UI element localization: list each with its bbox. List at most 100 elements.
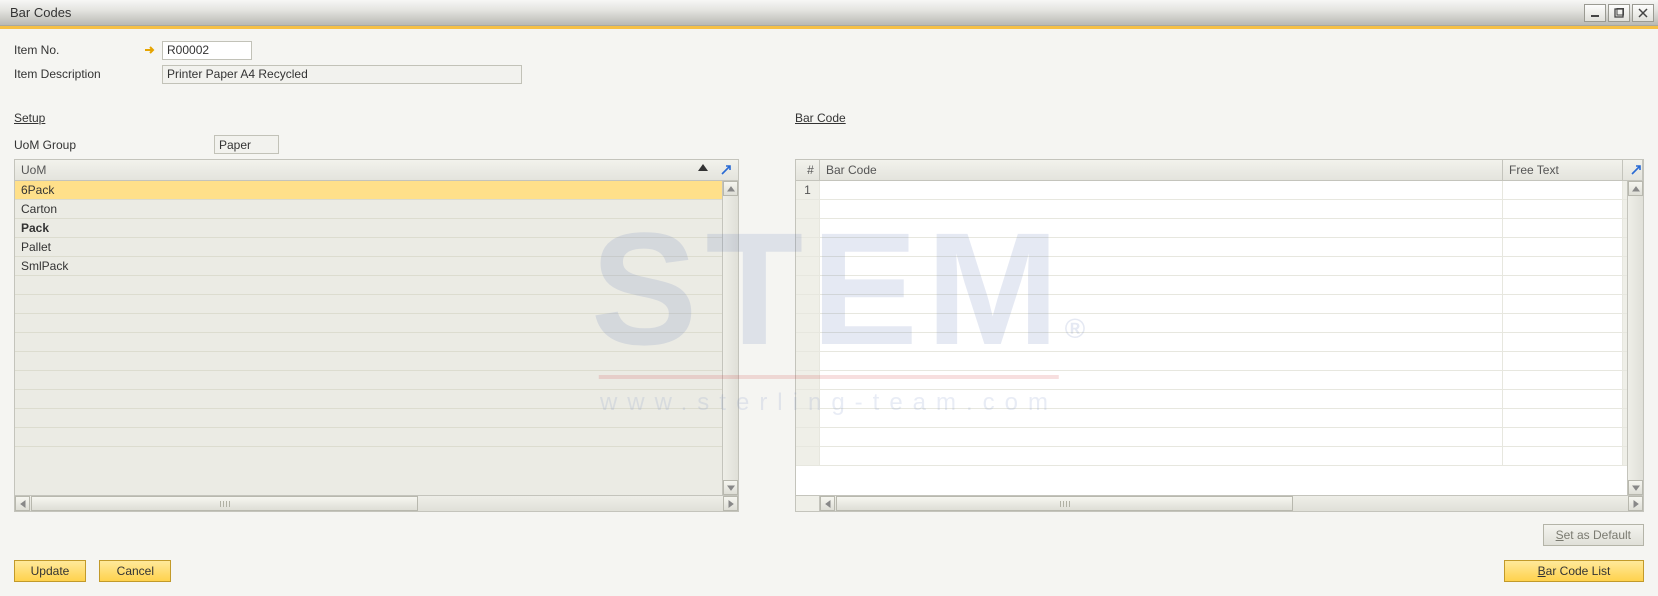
- barcode-col-code[interactable]: Bar Code: [820, 160, 1503, 180]
- barcode-row[interactable]: [796, 390, 1643, 409]
- barcode-row[interactable]: [796, 428, 1643, 447]
- barcode-cell[interactable]: [820, 428, 1503, 446]
- uom-vertical-scrollbar[interactable]: [722, 181, 738, 495]
- barcode-cell[interactable]: [820, 447, 1503, 465]
- freetext-cell[interactable]: [1503, 390, 1623, 408]
- uom-row[interactable]: [15, 390, 738, 409]
- barcode-col-free[interactable]: Free Text: [1503, 160, 1623, 180]
- uom-row[interactable]: [15, 352, 738, 371]
- link-arrow-icon[interactable]: [144, 43, 158, 57]
- barcode-row[interactable]: [796, 352, 1643, 371]
- uom-table-header[interactable]: UoM: [15, 160, 738, 181]
- maximize-button[interactable]: [1608, 4, 1630, 22]
- barcode-row[interactable]: [796, 200, 1643, 219]
- barcode-row[interactable]: [796, 314, 1643, 333]
- minimize-button[interactable]: [1584, 4, 1606, 22]
- uom-horizontal-scrollbar[interactable]: [15, 495, 738, 511]
- scroll-left-icon[interactable]: [820, 496, 835, 511]
- barcode-cell[interactable]: [820, 352, 1503, 370]
- uom-row[interactable]: [15, 409, 738, 428]
- freetext-cell[interactable]: [1503, 333, 1623, 351]
- scroll-thumb[interactable]: [31, 496, 418, 511]
- row-number: [796, 352, 820, 370]
- freetext-cell[interactable]: [1503, 219, 1623, 237]
- uom-row[interactable]: Pallet: [15, 238, 738, 257]
- uom-row[interactable]: Carton: [15, 200, 738, 219]
- set-as-default-button[interactable]: Set as Default: [1543, 524, 1644, 546]
- uom-row-label: SmlPack: [21, 259, 68, 273]
- barcode-cell[interactable]: [820, 181, 1503, 199]
- freetext-cell[interactable]: [1503, 409, 1623, 427]
- barcode-row[interactable]: [796, 276, 1643, 295]
- uom-row[interactable]: [15, 276, 738, 295]
- freetext-cell[interactable]: [1503, 428, 1623, 446]
- barcode-cell[interactable]: [820, 409, 1503, 427]
- barcode-row[interactable]: [796, 333, 1643, 352]
- barcode-row[interactable]: 1: [796, 181, 1643, 200]
- barcode-cell[interactable]: [820, 295, 1503, 313]
- barcode-row[interactable]: [796, 257, 1643, 276]
- uom-table-body: 6Pack Carton PackPallet SmlPack: [15, 181, 738, 495]
- uom-row-label: Carton: [21, 202, 57, 216]
- uom-row[interactable]: [15, 295, 738, 314]
- uom-row[interactable]: [15, 333, 738, 352]
- uom-row[interactable]: SmlPack: [15, 257, 738, 276]
- barcode-vertical-scrollbar[interactable]: [1627, 181, 1643, 495]
- freetext-cell[interactable]: [1503, 200, 1623, 218]
- close-button[interactable]: [1632, 4, 1654, 22]
- barcode-row[interactable]: [796, 295, 1643, 314]
- freetext-cell[interactable]: [1503, 181, 1623, 199]
- freetext-cell[interactable]: [1503, 238, 1623, 256]
- uom-row[interactable]: [15, 314, 738, 333]
- item-desc-label: Item Description: [14, 67, 144, 81]
- barcode-title: Bar Code: [795, 111, 1644, 125]
- freetext-cell[interactable]: [1503, 371, 1623, 389]
- scroll-up-icon[interactable]: [723, 181, 738, 196]
- uom-row[interactable]: 6Pack: [15, 181, 738, 200]
- uom-group-label: UoM Group: [14, 138, 214, 152]
- cancel-button[interactable]: Cancel: [99, 560, 171, 582]
- freetext-cell[interactable]: [1503, 257, 1623, 275]
- update-button[interactable]: Update: [14, 560, 86, 582]
- bar-code-list-button[interactable]: Bar Code List: [1504, 560, 1644, 582]
- scroll-thumb[interactable]: [836, 496, 1293, 511]
- scroll-down-icon[interactable]: [1628, 480, 1643, 495]
- barcode-cell[interactable]: [820, 200, 1503, 218]
- barcode-cell[interactable]: [820, 257, 1503, 275]
- scroll-left-icon[interactable]: [15, 496, 30, 511]
- barcode-cell[interactable]: [820, 314, 1503, 332]
- uom-row[interactable]: [15, 428, 738, 447]
- barcode-row[interactable]: [796, 371, 1643, 390]
- barcode-cell[interactable]: [820, 219, 1503, 237]
- barcode-cell[interactable]: [820, 238, 1503, 256]
- row-number: [796, 219, 820, 237]
- barcode-cell[interactable]: [820, 371, 1503, 389]
- freetext-cell[interactable]: [1503, 314, 1623, 332]
- freetext-cell[interactable]: [1503, 447, 1623, 465]
- scroll-right-icon[interactable]: [723, 496, 738, 511]
- uom-row[interactable]: [15, 371, 738, 390]
- uom-row[interactable]: Pack: [15, 219, 738, 238]
- barcode-row[interactable]: [796, 409, 1643, 428]
- scroll-up-icon[interactable]: [1628, 181, 1643, 196]
- barcode-cell[interactable]: [820, 390, 1503, 408]
- barcode-cell[interactable]: [820, 276, 1503, 294]
- freetext-cell[interactable]: [1503, 352, 1623, 370]
- expand-table-icon[interactable]: [1623, 160, 1643, 180]
- barcode-row[interactable]: [796, 219, 1643, 238]
- freetext-cell[interactable]: [1503, 276, 1623, 294]
- barcode-horizontal-scrollbar[interactable]: [820, 495, 1643, 511]
- item-no-input[interactable]: [162, 41, 252, 60]
- barcode-row[interactable]: [796, 238, 1643, 257]
- scroll-down-icon[interactable]: [723, 480, 738, 495]
- window-title: Bar Codes: [10, 5, 1582, 20]
- uom-column-header[interactable]: UoM: [15, 163, 738, 177]
- barcode-col-num[interactable]: #: [796, 160, 820, 180]
- expand-table-icon[interactable]: [718, 162, 734, 177]
- scroll-right-icon[interactable]: [1628, 496, 1643, 511]
- barcode-cell[interactable]: [820, 333, 1503, 351]
- row-number: 1: [796, 181, 820, 199]
- table-corner: [796, 495, 820, 511]
- barcode-row[interactable]: [796, 447, 1643, 466]
- freetext-cell[interactable]: [1503, 295, 1623, 313]
